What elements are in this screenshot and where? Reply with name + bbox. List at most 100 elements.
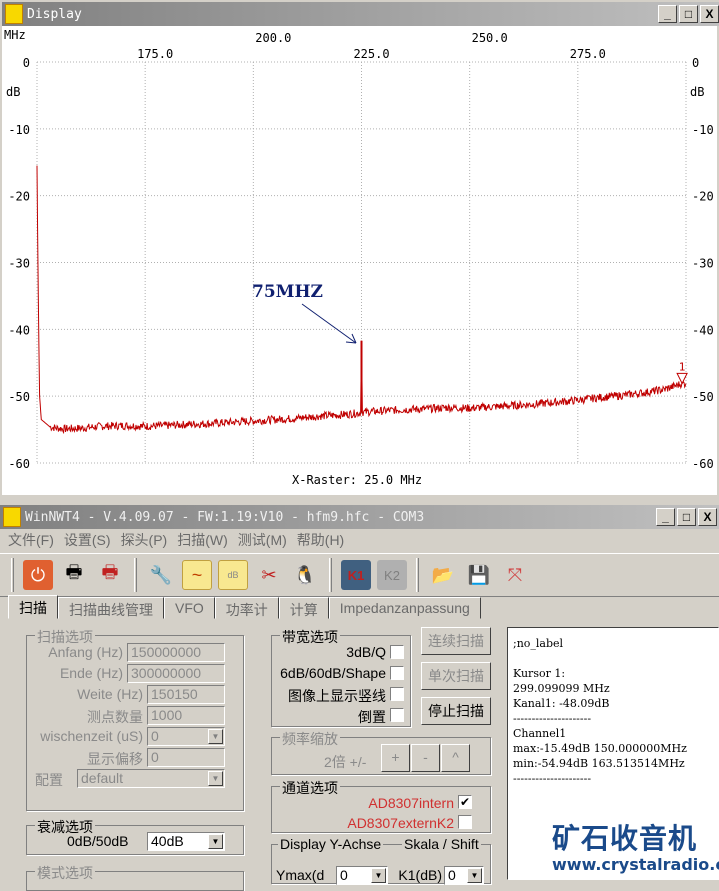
tab-power-meter[interactable]: 功率计 <box>214 597 279 619</box>
main-title: WinNWT4 - V.4.09.07 - FW:1.19:V10 - hfm9… <box>25 509 425 525</box>
config-label: 配置 <box>35 772 63 788</box>
zoom-plus-button[interactable]: + <box>381 744 410 772</box>
db-icon[interactable]: dB <box>218 560 248 590</box>
atten-label: 0dB/50dB <box>67 833 129 849</box>
y-tick-label-right: -30 <box>692 257 714 271</box>
app-icon <box>3 507 21 527</box>
atten-select[interactable]: 40dB ▼ <box>147 832 225 851</box>
menu-test[interactable]: 测试(M) <box>238 530 287 550</box>
k1-select[interactable]: 0 ▼ <box>444 866 484 885</box>
ymax-label: Ymax(d <box>276 867 325 883</box>
points-label: 测点数量 <box>87 709 143 725</box>
start-label: Anfang (Hz) <box>48 644 123 660</box>
print-pdf-icon[interactable]: 🖶 <box>95 560 125 590</box>
ymax-select[interactable]: 0 ▼ <box>336 866 388 885</box>
spectrum-chart[interactable]: 0 0 -10 -10 -20 -20 -30 -30 -40 -40 -50 -50 -60 -60 20… <box>2 2 717 495</box>
delay-label: wischenzeit (uS) <box>40 728 143 744</box>
sweep-curve-icon[interactable]: ~ <box>182 560 212 590</box>
y-tick-label-left: -30 <box>8 257 30 271</box>
offset-field[interactable]: 0 <box>147 748 225 767</box>
zoom-group: 频率缩放 2倍 +/- + - ^ <box>271 729 491 775</box>
channel-intern-checkbox[interactable]: ✔ <box>458 795 472 809</box>
menu-file[interactable]: 文件(F) <box>8 530 54 550</box>
x-tick-label-bottom: 225.0 <box>353 47 389 61</box>
bw-shape-checkbox[interactable] <box>390 666 404 680</box>
single-scan-button[interactable]: 单次扫描 <box>421 662 491 690</box>
tab-scan[interactable]: 扫描 <box>8 595 58 619</box>
bw-invert-label: 倒置 <box>358 709 386 725</box>
chevron-down-icon: ▼ <box>467 868 482 883</box>
bw-3db-checkbox[interactable] <box>390 645 404 659</box>
watermark-logo: 矿石收音机 <box>552 822 698 855</box>
channel-intern-label: AD8307intern <box>368 795 454 811</box>
annotation-75mhz: 75MHZ <box>252 282 323 302</box>
channel-extern-checkbox[interactable] <box>458 815 472 829</box>
group-title: 频率缩放 <box>280 729 340 749</box>
power-icon[interactable]: ⏻ <box>23 560 53 590</box>
bw-shape-label: 6dB/60dB/Shape <box>280 665 386 681</box>
group-title: 模式选项 <box>35 863 95 883</box>
end-label: Ende (Hz) <box>59 665 123 681</box>
tab-curve-management[interactable]: 扫描曲线管理 <box>58 597 164 619</box>
close-button[interactable]: X <box>698 508 717 526</box>
tab-vfo[interactable]: VFO <box>164 597 215 619</box>
k1-label: K1(dB) <box>398 867 442 883</box>
tab-impedance[interactable]: Impedanzanpassung <box>328 597 481 619</box>
zoom-minus-button[interactable]: - <box>411 744 440 772</box>
bw-invert-checkbox[interactable] <box>390 708 404 722</box>
y-tick-label-left: -50 <box>8 390 30 404</box>
points-field[interactable]: 1000 <box>147 706 225 725</box>
main-titlebar: WinNWT4 - V.4.09.07 - FW:1.19:V10 - hfm9… <box>0 505 719 529</box>
menu-help[interactable]: 帮助(H) <box>297 530 344 550</box>
step-field[interactable]: 150150 <box>147 685 225 704</box>
tab-calculate[interactable]: 计算 <box>278 597 329 619</box>
bw-3db-label: 3dB/Q <box>346 644 386 660</box>
y-tick-label-left: -10 <box>8 123 30 137</box>
config-select[interactable]: default ▼ <box>77 769 225 788</box>
tools-icon[interactable]: ✂ <box>254 560 284 590</box>
start-field[interactable]: 150000000 <box>127 643 225 662</box>
delay-select[interactable]: 0 ▼ <box>147 727 225 746</box>
bw-vline-checkbox[interactable] <box>390 687 404 701</box>
atten-value: 40dB <box>151 833 184 849</box>
check-icon: ✔ <box>459 795 471 809</box>
open-folder-icon[interactable]: 📂 <box>428 560 458 590</box>
menu-probe[interactable]: 探头(P) <box>121 530 168 550</box>
group-title: 通道选项 <box>280 778 340 798</box>
channel-extern-label: AD8307externK2 <box>347 815 454 831</box>
printer-icon[interactable]: 🖶 <box>59 560 89 590</box>
chevron-down-icon: ▼ <box>371 868 386 883</box>
y-tick-label-right: -10 <box>692 123 714 137</box>
delay-value: 0 <box>151 728 159 744</box>
stop-scan-button[interactable]: 停止扫描 <box>421 697 491 725</box>
zoom-up-button[interactable]: ^ <box>441 744 470 772</box>
end-field[interactable]: 300000000 <box>127 664 225 683</box>
annotation-arrow <box>301 303 357 344</box>
k1-value: 0 <box>448 867 456 883</box>
continuous-scan-button[interactable]: 连续扫描 <box>421 627 491 655</box>
y-tick-label-right: -20 <box>692 190 714 204</box>
tab-bar: 扫描 扫描曲线管理 VFO 功率计 计算 Impedanzanpassung <box>8 595 481 619</box>
k1-icon[interactable]: K1 <box>341 560 371 590</box>
y-tick-label-right: 0 <box>692 56 699 70</box>
y-unit-left: dB <box>6 85 21 99</box>
y-tick-label-left: -20 <box>8 190 30 204</box>
scan-options-group: 扫描选项 Anfang (Hz) 150000000 Ende (Hz) 300… <box>26 627 244 811</box>
penguin-icon[interactable]: 🐧 <box>290 560 320 590</box>
x-tick-label-top: 250.0 <box>472 31 508 45</box>
fit-icon[interactable]: ⤧ <box>500 560 530 590</box>
zoom-label: 2倍 +/- <box>324 754 367 770</box>
mode-group: 模式选项 <box>26 863 244 891</box>
save-icon[interactable]: 💾 <box>464 560 494 590</box>
maximize-button[interactable]: □ <box>677 508 696 526</box>
group-title: 带宽选项 <box>280 627 340 647</box>
ymax-value: 0 <box>340 867 348 883</box>
x-raster-label: X-Raster: 25.0 MHz <box>292 473 423 487</box>
minimize-button[interactable]: _ <box>656 508 675 526</box>
menu-settings[interactable]: 设置(S) <box>64 530 111 550</box>
group-title-2: Skala / Shift <box>402 836 481 852</box>
menu-scan[interactable]: 扫描(W) <box>177 530 228 550</box>
k2-icon[interactable]: K2 <box>377 560 407 590</box>
chevron-down-icon: ▼ <box>208 771 223 786</box>
settings-wrench-icon[interactable]: 🔧 <box>146 560 176 590</box>
